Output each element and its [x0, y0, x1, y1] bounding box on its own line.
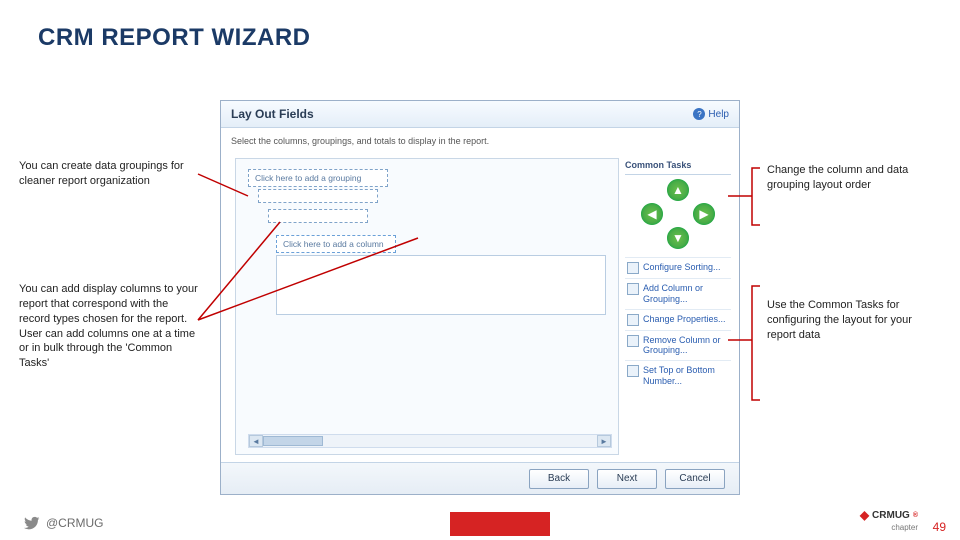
- move-up-button[interactable]: ▲: [667, 179, 689, 201]
- next-button[interactable]: Next: [597, 469, 657, 489]
- wizard-panel: Lay Out Fields ? Help Select the columns…: [220, 100, 740, 495]
- callout-groupings: You can create data groupings for cleane…: [19, 159, 199, 189]
- panel-description: Select the columns, groupings, and total…: [231, 136, 729, 146]
- grouping-dropzone-3[interactable]: [268, 209, 368, 223]
- callout-common-tasks: Use the Common Tasks for configuring the…: [767, 298, 942, 343]
- callout-columns: You can add display columns to your repo…: [19, 282, 199, 371]
- common-tasks-pane: Common Tasks ▲ ◀ ▶ ▼ Configure Sorting..…: [625, 158, 731, 391]
- move-right-button[interactable]: ▶: [693, 203, 715, 225]
- reorder-arrow-pad: ▲ ◀ ▶ ▼: [633, 179, 723, 249]
- task-label: Change Properties...: [643, 314, 726, 325]
- page-number: 49: [933, 520, 946, 534]
- task-icon: [627, 335, 639, 347]
- move-down-button[interactable]: ▼: [667, 227, 689, 249]
- task-label: Add Column or Grouping...: [643, 283, 729, 305]
- task-icon: [627, 283, 639, 295]
- grouping-dropzone[interactable]: Click here to add a grouping: [248, 169, 388, 187]
- task-label: Remove Column or Grouping...: [643, 335, 729, 357]
- task-add-column[interactable]: Add Column or Grouping...: [625, 278, 731, 309]
- brand-logo: ◆ CRMUG®: [860, 508, 918, 522]
- task-label: Set Top or Bottom Number...: [643, 365, 729, 387]
- chapter-label: chapter: [891, 523, 918, 532]
- move-left-button[interactable]: ◀: [641, 203, 663, 225]
- handle-text: @CRMUG: [46, 516, 104, 530]
- task-change-properties[interactable]: Change Properties...: [625, 309, 731, 330]
- common-tasks-heading: Common Tasks: [625, 158, 731, 175]
- panel-body: Select the columns, groupings, and total…: [221, 128, 739, 461]
- horizontal-scrollbar[interactable]: ◄ ►: [248, 434, 612, 448]
- panel-title: Lay Out Fields: [231, 107, 314, 121]
- task-label: Configure Sorting...: [643, 262, 721, 273]
- report-content-area: [276, 255, 606, 315]
- back-button[interactable]: Back: [529, 469, 589, 489]
- task-icon: [627, 365, 639, 377]
- panel-header: Lay Out Fields ? Help: [221, 101, 739, 128]
- cancel-button[interactable]: Cancel: [665, 469, 725, 489]
- help-link[interactable]: ? Help: [693, 108, 729, 120]
- twitter-icon: [24, 515, 40, 531]
- callout-arrows: Change the column and data grouping layo…: [767, 163, 942, 193]
- task-configure-sorting[interactable]: Configure Sorting...: [625, 257, 731, 278]
- scroll-left-icon[interactable]: ◄: [249, 435, 263, 447]
- wizard-button-bar: Back Next Cancel: [221, 462, 739, 494]
- column-dropzone[interactable]: Click here to add a column: [276, 235, 396, 253]
- grouping-dropzone-2[interactable]: [258, 189, 378, 203]
- slide-footer: @CRMUG ◆ CRMUG® chapter 49: [0, 506, 960, 540]
- scroll-right-icon[interactable]: ►: [597, 435, 611, 447]
- brand-text: CRMUG: [872, 510, 910, 521]
- layout-canvas: Click here to add a grouping Click here …: [235, 158, 619, 455]
- task-remove-column[interactable]: Remove Column or Grouping...: [625, 330, 731, 361]
- twitter-handle: @CRMUG: [24, 515, 104, 531]
- scroll-thumb[interactable]: [263, 436, 323, 446]
- task-icon: [627, 262, 639, 274]
- help-icon: ?: [693, 108, 705, 120]
- task-set-top-bottom[interactable]: Set Top or Bottom Number...: [625, 360, 731, 391]
- task-icon: [627, 314, 639, 326]
- footer-red-block: [450, 512, 550, 536]
- cube-icon: ◆: [860, 508, 869, 522]
- slide-title: CRM REPORT WIZARD: [38, 24, 310, 52]
- help-label: Help: [708, 109, 729, 120]
- registered-icon: ®: [913, 512, 918, 519]
